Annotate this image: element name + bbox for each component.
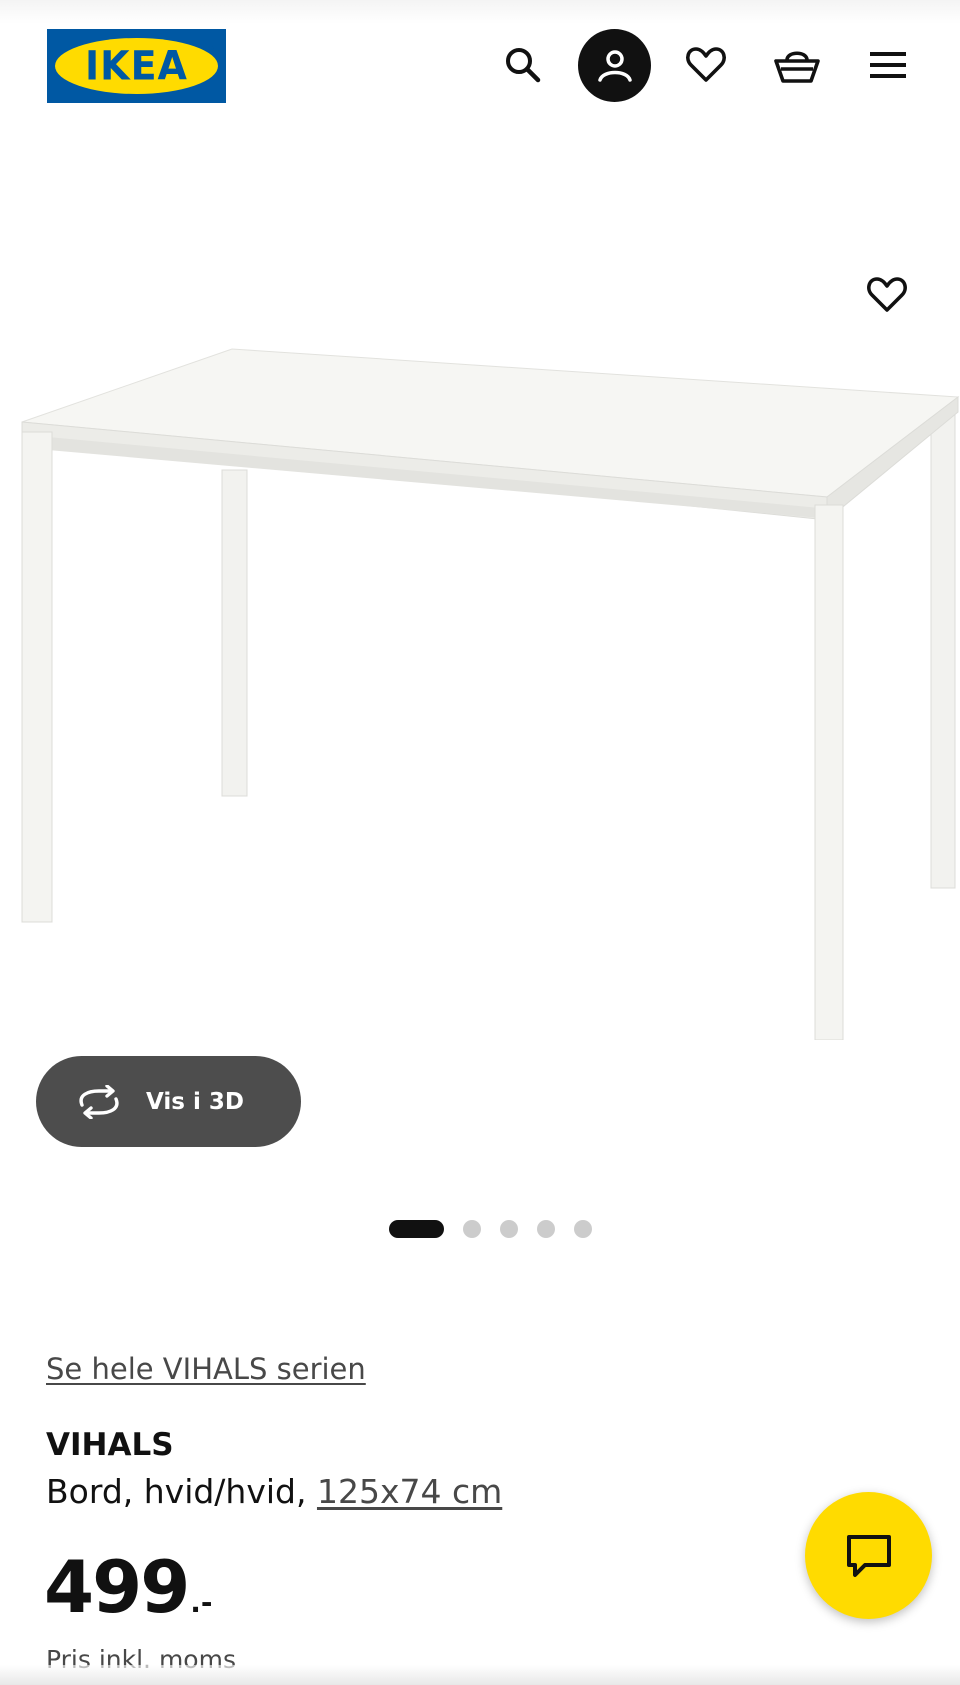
bottom-bar (0, 1665, 960, 1685)
product-price: 499 .- (44, 1545, 213, 1629)
search-icon (506, 48, 541, 83)
product-name: VIHALS (46, 1427, 174, 1463)
product-page: IKEA ® Vis i 3D Se hele VIHALS serien VI… (0, 0, 960, 1685)
logo-registered-mark: ® (207, 44, 215, 53)
product-image[interactable] (0, 340, 960, 1040)
chat-button[interactable] (805, 1492, 932, 1619)
carousel-dot[interactable] (537, 1220, 555, 1238)
size-link[interactable]: 125x74 cm (317, 1472, 502, 1511)
chat-icon (846, 1534, 891, 1577)
carousel-dot-active[interactable] (389, 1220, 444, 1238)
logo-text: IKEA (85, 42, 188, 90)
price-suffix: .- (190, 1586, 213, 1619)
ikea-logo[interactable]: IKEA ® (47, 29, 226, 103)
product-description: Bord, hvid/hvid, 125x74 cm (46, 1472, 502, 1511)
search-button[interactable] (495, 37, 551, 93)
account-button[interactable] (578, 29, 651, 102)
rotate-3d-icon (74, 1084, 126, 1120)
view-in-3d-button[interactable]: Vis i 3D (36, 1056, 301, 1147)
carousel-dot[interactable] (500, 1220, 518, 1238)
carousel-dot[interactable] (574, 1220, 592, 1238)
series-link[interactable]: Se hele VIHALS serien (46, 1352, 366, 1386)
heart-icon (686, 47, 726, 82)
heart-icon (867, 277, 907, 312)
site-header: IKEA ® (0, 0, 960, 132)
carousel-dot[interactable] (463, 1220, 481, 1238)
basket-icon (774, 51, 820, 83)
menu-icon (870, 52, 906, 78)
add-to-favourites-button[interactable] (862, 270, 912, 320)
account-icon (597, 49, 632, 82)
carousel-indicator (389, 1219, 592, 1239)
price-integer: 499 (44, 1545, 190, 1629)
menu-button[interactable] (860, 37, 916, 93)
basket-button[interactable] (769, 37, 825, 93)
product-description-text: Bord, hvid/hvid, (46, 1472, 317, 1511)
view-in-3d-label: Vis i 3D (146, 1088, 244, 1115)
favourites-button[interactable] (678, 37, 734, 93)
